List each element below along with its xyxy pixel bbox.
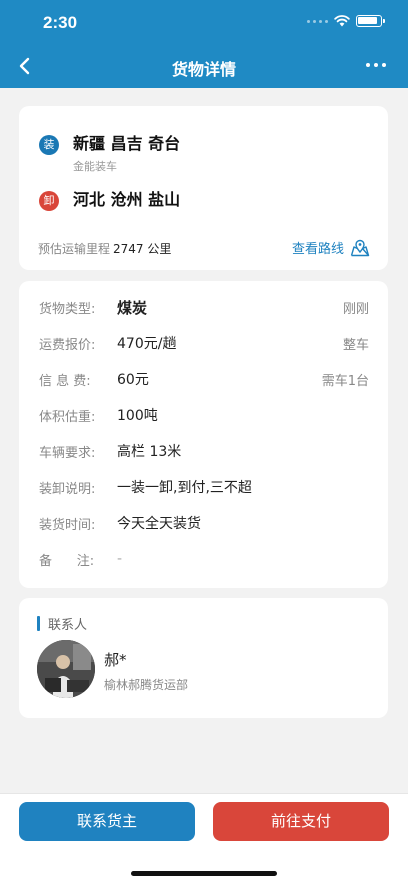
weight-label: 体积估重: xyxy=(39,409,96,425)
vehicle-req-label: 车辆要求: xyxy=(39,445,96,461)
contact-title: 联系人 xyxy=(48,618,88,633)
mileage-label: 预估运输里程 xyxy=(38,242,111,256)
unload-location: 卸 河北 沧州 盐山 xyxy=(39,190,180,211)
info-row: 信 息 费: 60元 需车1台 xyxy=(39,369,369,389)
nav-bar: 货物详情 xyxy=(0,44,408,88)
freight-quote-label: 运费报价: xyxy=(39,337,96,353)
unload-badge: 卸 xyxy=(39,191,59,211)
vehicles-needed: 需车1台 xyxy=(321,373,369,389)
remarks-value: - xyxy=(117,551,123,567)
view-route-link[interactable]: 查看路线 xyxy=(292,238,370,257)
wifi-icon xyxy=(334,15,350,27)
mileage-value: 2747 公里 xyxy=(113,242,172,256)
home-indicator xyxy=(131,871,277,876)
handling-label: 装卸说明: xyxy=(39,481,96,497)
status-bar: 2:30 xyxy=(0,0,408,44)
info-row: 体积估重: 100吨 xyxy=(39,405,369,425)
load-type: 整车 xyxy=(342,337,369,353)
load-location: 装 新疆 昌吉 奇台 金能装车 xyxy=(39,134,180,174)
vehicle-req-value: 高栏 13米 xyxy=(117,444,182,460)
info-row: 货物类型: 煤炭 刚刚 xyxy=(39,297,369,317)
page-title: 货物详情 xyxy=(171,60,236,79)
more-dot-icon xyxy=(382,63,386,67)
header: 2:30 货物详情 xyxy=(0,0,408,88)
status-time: 2:30 xyxy=(43,13,78,32)
map-pin-icon xyxy=(350,239,370,256)
contact-name: 郝* xyxy=(104,651,127,669)
freight-quote-value: 470元/趟 xyxy=(117,336,177,352)
posted-time: 刚刚 xyxy=(342,301,369,317)
info-row: 运费报价: 470元/趟 整车 xyxy=(39,333,369,353)
section-accent-bar xyxy=(37,616,40,631)
remarks-label: 备 注: xyxy=(39,553,95,569)
view-route-label: 查看路线 xyxy=(291,242,344,257)
status-icons xyxy=(307,15,385,27)
cargo-info-card: 货物类型: 煤炭 刚刚 运费报价: 470元/趟 整车 信 息 费: 60元 需… xyxy=(19,281,388,588)
cargo-type-value: 煤炭 xyxy=(117,298,148,317)
weight-value: 100吨 xyxy=(117,408,158,424)
avatar-photo xyxy=(37,640,95,698)
avatar[interactable] xyxy=(37,640,95,698)
more-button[interactable] xyxy=(366,63,386,67)
go-pay-button[interactable]: 前往支付 xyxy=(213,802,389,841)
loading-time-label: 装货时间: xyxy=(39,517,96,533)
info-row: 装卸说明: 一装一卸,到付,三不超 xyxy=(39,477,369,497)
cellular-signal-icon xyxy=(307,19,328,23)
more-dot-icon xyxy=(366,63,370,67)
contact-owner-button[interactable]: 联系货主 xyxy=(19,802,195,841)
route-card: 装 新疆 昌吉 奇台 金能装车 卸 河北 沧州 盐山 预估运输里程 2747 公里… xyxy=(19,106,388,270)
info-row: 备 注: - xyxy=(39,549,369,569)
battery-icon xyxy=(356,15,385,27)
loading-time-value: 今天全天装货 xyxy=(117,516,201,532)
info-fee-value: 60元 xyxy=(117,372,149,388)
more-dot-icon xyxy=(374,63,378,67)
contact-header: 联系人 xyxy=(37,614,87,633)
cargo-type-label: 货物类型: xyxy=(39,301,96,317)
load-sublabel: 金能装车 xyxy=(73,160,117,173)
handling-value: 一装一卸,到付,三不超 xyxy=(117,480,252,496)
info-row: 车辆要求: 高栏 13米 xyxy=(39,441,369,461)
load-badge: 装 xyxy=(39,135,59,155)
unload-city: 河北 沧州 盐山 xyxy=(73,190,181,209)
bottom-action-bar: 联系货主 前往支付 xyxy=(0,793,408,883)
mileage: 预估运输里程 2747 公里 xyxy=(38,240,171,257)
info-row: 装货时间: 今天全天装货 xyxy=(39,513,369,533)
load-city: 新疆 昌吉 奇台 xyxy=(73,134,181,153)
info-fee-label: 信 息 费: xyxy=(39,373,91,389)
contact-card: 联系人 郝* 榆林郝腾货运部 xyxy=(19,598,388,718)
contact-company: 榆林郝腾货运部 xyxy=(104,678,189,692)
